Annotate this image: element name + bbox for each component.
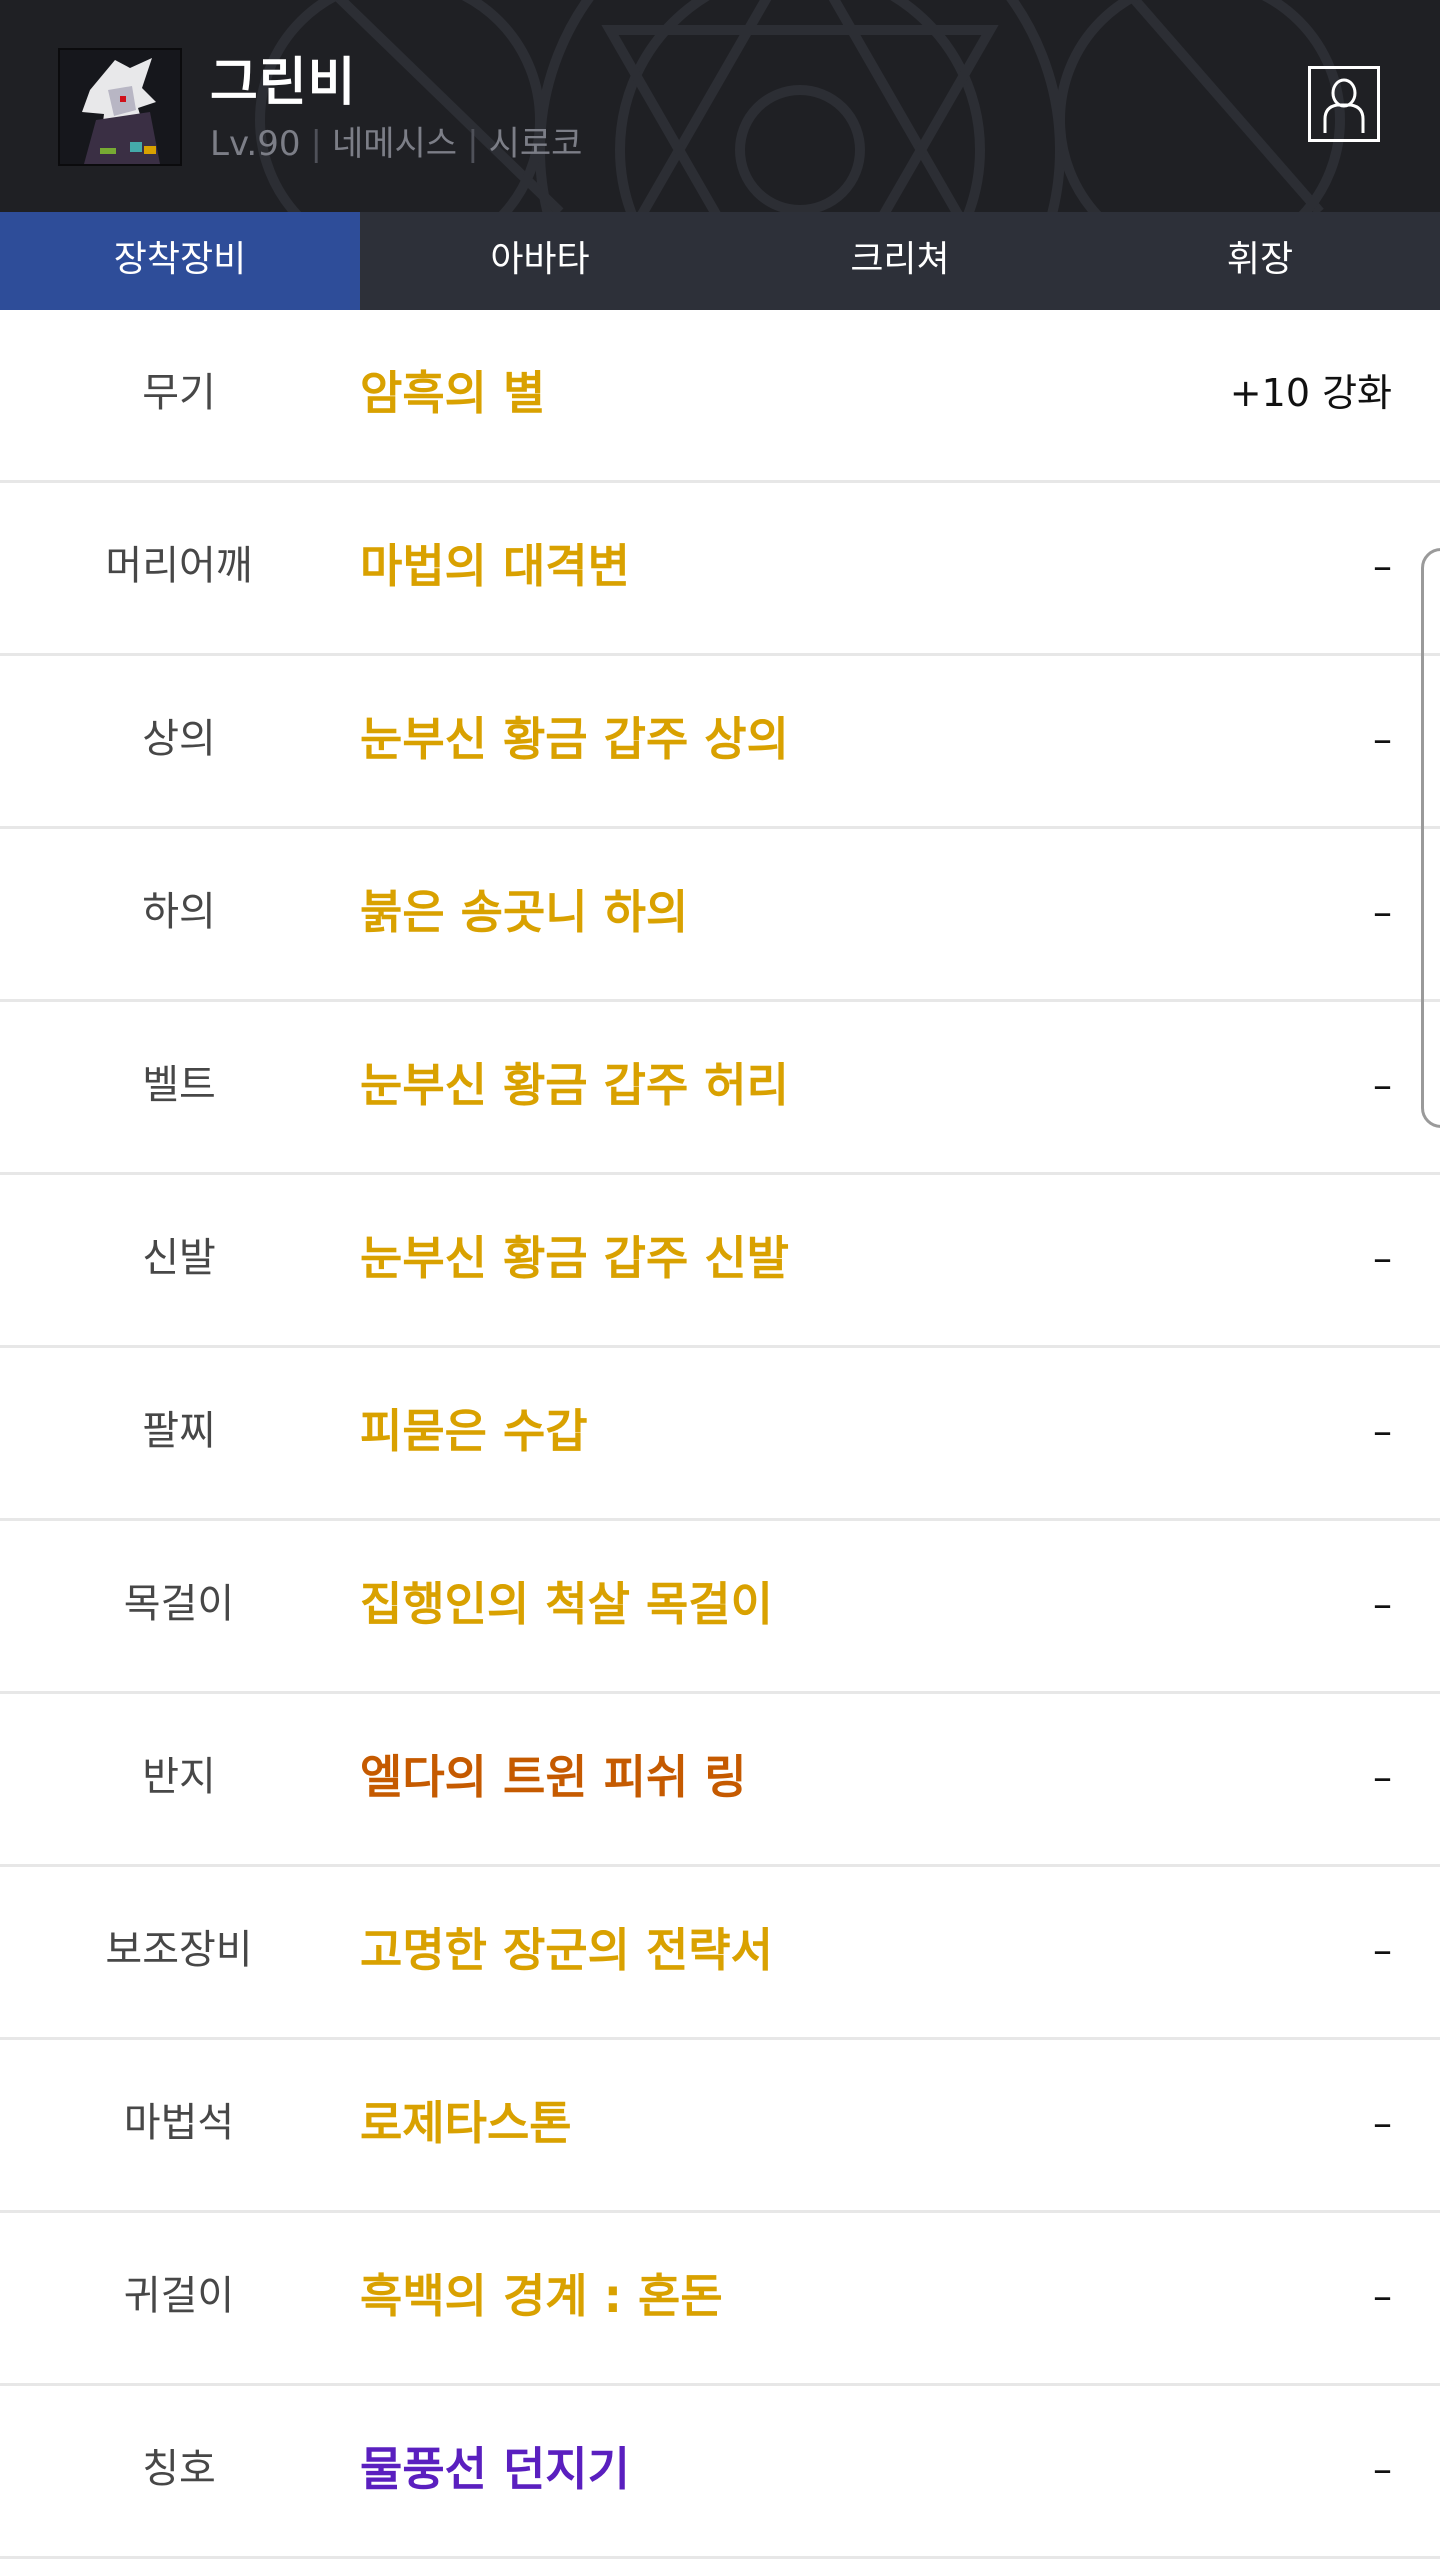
equipment-row-shoes[interactable]: 신발 눈부신 황금 갑주 신발 – xyxy=(0,1175,1440,1348)
character-name: 그린비 xyxy=(210,53,357,113)
item-name[interactable]: 눈부신 황금 갑주 신발 xyxy=(360,1175,789,1345)
slot-label: 귀걸이 xyxy=(123,2273,235,2319)
enhance-value: – xyxy=(1373,2101,1392,2145)
tab-emblem[interactable]: 휘장 xyxy=(1080,212,1440,310)
item-name[interactable]: 엘다의 트윈 피쉬 링 xyxy=(360,1694,747,1864)
enhance-value: – xyxy=(1373,717,1392,761)
enhance-value: – xyxy=(1373,1236,1392,1280)
item-name[interactable]: 로제타스톤 xyxy=(360,2040,572,2210)
slot-label: 신발 xyxy=(142,1235,216,1281)
character-portrait-icon xyxy=(60,50,180,164)
item-name[interactable]: 암흑의 별 xyxy=(360,310,545,480)
slot-label: 팔찌 xyxy=(142,1408,216,1454)
item-name[interactable]: 마법의 대격변 xyxy=(360,483,630,653)
slot-label: 머리어깨 xyxy=(105,543,253,589)
equipment-row-belt[interactable]: 벨트 눈부신 황금 갑주 허리 – xyxy=(0,1002,1440,1175)
equipment-row-earring[interactable]: 귀걸이 흑백의 경계 : 혼돈 – xyxy=(0,2213,1440,2386)
slot-label: 목걸이 xyxy=(123,1581,235,1627)
equipment-row-title[interactable]: 칭호 물풍선 던지기 – xyxy=(0,2386,1440,2559)
equipment-row-top[interactable]: 상의 눈부신 황금 갑주 상의 – xyxy=(0,656,1440,829)
item-name[interactable]: 피묻은 수갑 xyxy=(360,1348,588,1518)
enhance-value: – xyxy=(1373,890,1392,934)
enhance-value: – xyxy=(1373,1063,1392,1107)
tab-avatar[interactable]: 아바타 xyxy=(360,212,720,310)
item-name[interactable]: 붉은 송곳니 하의 xyxy=(360,829,688,999)
item-name[interactable]: 집행인의 척살 목걸이 xyxy=(360,1521,773,1691)
slot-label: 마법석 xyxy=(123,2100,235,2146)
item-name[interactable]: 고명한 장군의 전략서 xyxy=(360,1867,773,2037)
enhance-value: – xyxy=(1373,2274,1392,2318)
equipment-row-magic-stone[interactable]: 마법석 로제타스톤 – xyxy=(0,2040,1440,2213)
character-avatar[interactable] xyxy=(58,48,182,166)
slot-label: 벨트 xyxy=(142,1062,216,1108)
enhance-value: – xyxy=(1373,1755,1392,1799)
enhance-value: – xyxy=(1373,1409,1392,1453)
character-info: Lv.90 | 네메시스 | 시로코 xyxy=(210,116,582,165)
item-name[interactable]: 눈부신 황금 갑주 허리 xyxy=(360,1002,789,1172)
equipment-row-bracelet[interactable]: 팔찌 피묻은 수갑 – xyxy=(0,1348,1440,1521)
scrollbar[interactable] xyxy=(1421,548,1440,1128)
slot-label: 반지 xyxy=(142,1754,216,1800)
tab-equipment[interactable]: 장착장비 xyxy=(0,212,360,310)
enhance-value: – xyxy=(1373,1928,1392,1972)
character-server: 시로코 xyxy=(488,124,583,164)
equipment-row-head-shoulder[interactable]: 머리어깨 마법의 대격변 – xyxy=(0,483,1440,656)
slot-label: 무기 xyxy=(142,370,216,416)
enhance-value: +10 강화 xyxy=(1229,371,1392,415)
equipment-row-ring[interactable]: 반지 엘다의 트윈 피쉬 링 – xyxy=(0,1694,1440,1867)
enhance-value: – xyxy=(1373,2447,1392,2491)
info-separator: | xyxy=(310,124,322,164)
item-name[interactable]: 물풍선 던지기 xyxy=(360,2386,630,2556)
enhance-value: – xyxy=(1373,1582,1392,1626)
equipment-row-weapon[interactable]: 무기 암흑의 별 +10 강화 xyxy=(0,310,1440,483)
equipment-row-bottom[interactable]: 하의 붉은 송곳니 하의 – xyxy=(0,829,1440,1002)
user-profile-icon xyxy=(1323,78,1365,133)
slot-label: 상의 xyxy=(142,716,216,762)
tab-bar: 장착장비 아바타 크리쳐 휘장 xyxy=(0,212,1440,310)
slot-label: 하의 xyxy=(142,889,216,935)
equipment-row-necklace[interactable]: 목걸이 집행인의 척살 목걸이 – xyxy=(0,1521,1440,1694)
character-header: 그린비 Lv.90 | 네메시스 | 시로코 xyxy=(0,0,1440,212)
character-level: Lv.90 xyxy=(210,124,301,164)
equipment-row-sub-equipment[interactable]: 보조장비 고명한 장군의 전략서 – xyxy=(0,1867,1440,2040)
character-job: 네메시스 xyxy=(331,124,458,164)
tab-creature[interactable]: 크리쳐 xyxy=(720,212,1080,310)
slot-label: 칭호 xyxy=(142,2446,216,2492)
equipment-list: 무기 암흑의 별 +10 강화 머리어깨 마법의 대격변 – 상의 눈부신 황금… xyxy=(0,310,1440,2559)
slot-label: 보조장비 xyxy=(105,1927,253,1973)
info-separator: | xyxy=(467,124,479,164)
enhance-value: – xyxy=(1373,544,1392,588)
item-name[interactable]: 흑백의 경계 : 혼돈 xyxy=(360,2213,723,2383)
item-name[interactable]: 눈부신 황금 갑주 상의 xyxy=(360,656,789,826)
profile-button[interactable] xyxy=(1308,66,1380,142)
